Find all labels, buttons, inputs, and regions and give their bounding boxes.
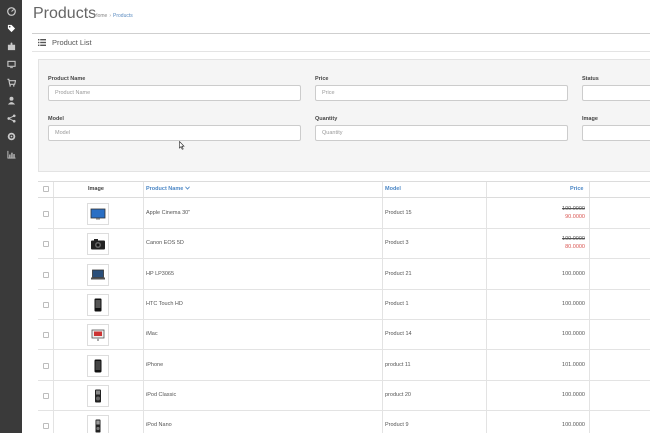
model-input[interactable]: Model — [48, 125, 301, 141]
row-checkbox[interactable] — [43, 362, 49, 369]
breadcrumb-home[interactable]: Home — [94, 13, 107, 19]
product-table: Image Product Name Model Price Apple Cin… — [38, 181, 650, 433]
status-select[interactable] — [582, 85, 650, 101]
status-label: Status — [582, 76, 599, 82]
special-price: 80.0000 — [565, 244, 585, 251]
product-name-cell: iMac — [146, 331, 158, 338]
quantity-input[interactable]: Quantity — [315, 125, 568, 141]
user-icon[interactable] — [0, 91, 22, 109]
page-title: Products — [33, 5, 97, 22]
original-price: 100.0000 — [562, 236, 585, 243]
row-checkbox[interactable] — [43, 211, 49, 217]
table-row: HP LP3065 Product 21 100.0000 — [38, 260, 650, 290]
table-header: Image Product Name Model Price — [38, 182, 650, 198]
table-row: iPod Nano Product 9 100.0000 — [38, 411, 650, 433]
table-row: Apple Cinema 30" Product 15 100.0000 90.000… — [38, 199, 650, 229]
model-cell: Product 3 — [385, 240, 409, 247]
image-select[interactable] — [582, 125, 650, 141]
product-name-cell: iPod Classic — [146, 391, 177, 398]
product-name-cell: iPhone — [146, 361, 164, 368]
model-cell: product 11 — [385, 361, 411, 368]
table-row: iPod Classic product 20 100.0000 — [38, 381, 650, 411]
row-checkbox[interactable] — [43, 392, 49, 399]
product-name-cell: HP LP3065 — [146, 270, 175, 277]
panel-title: Product List — [52, 38, 92, 47]
sidebar — [0, 0, 22, 433]
puzzle-icon[interactable] — [0, 37, 22, 55]
row-checkbox[interactable] — [43, 271, 49, 278]
product-name-column-header[interactable]: Product Name — [146, 186, 191, 192]
table-row: iPhone product 11 101.0000 — [38, 351, 650, 381]
row-checkbox[interactable] — [43, 241, 49, 248]
product-thumbnail — [87, 354, 109, 377]
camera-icon — [91, 239, 105, 250]
product-thumbnail — [87, 263, 109, 286]
model-label: Model — [48, 116, 64, 122]
row-checkbox[interactable] — [43, 423, 49, 430]
table-row: HTC Touch HD Product 1 100.0000 — [38, 290, 650, 320]
product-thumbnail — [87, 324, 109, 347]
quantity-label: Quantity — [315, 116, 338, 122]
price-value: 100.0000 — [562, 422, 585, 429]
product-thumbnail — [87, 203, 109, 225]
product-thumbnail — [87, 415, 109, 433]
product-name-label: Product Name — [48, 76, 86, 82]
model-column-header[interactable]: Model — [385, 186, 401, 192]
tag-icon[interactable] — [0, 19, 22, 37]
price-input[interactable]: Price — [315, 85, 568, 101]
price-value: 100.0000 — [562, 270, 585, 277]
price-value: 100.0000 — [562, 391, 585, 398]
dashboard-icon[interactable] — [0, 2, 22, 20]
price-value: 100.0000 — [562, 300, 585, 307]
chart-icon[interactable] — [0, 145, 22, 163]
price-label: Price — [315, 76, 329, 82]
ipod-icon — [95, 389, 101, 403]
desktop-icon[interactable] — [0, 55, 22, 73]
iphone-icon — [94, 359, 102, 372]
model-cell: Product 9 — [385, 422, 409, 429]
row-checkbox[interactable] — [43, 301, 49, 308]
sort-down-icon — [185, 186, 191, 190]
image-column-header: Image — [88, 186, 104, 192]
laptop-icon — [91, 269, 105, 280]
product-thumbnail — [87, 233, 109, 256]
image-label: Image — [582, 116, 598, 122]
price-column-header[interactable]: Price — [570, 186, 583, 192]
product-name-cell: HTC Touch HD — [146, 300, 183, 307]
ipod-nano-icon — [95, 419, 101, 433]
product-thumbnail — [87, 293, 109, 316]
share-icon[interactable] — [0, 109, 22, 127]
list-icon — [38, 39, 46, 46]
model-cell: Product 1 — [385, 300, 409, 307]
price-value: 100.0000 — [562, 331, 585, 338]
product-name-cell: iPod Nano — [146, 422, 172, 429]
product-name-header-label[interactable]: Product Name — [146, 186, 183, 192]
imac-icon — [91, 329, 105, 342]
breadcrumb-products[interactable]: Products — [113, 13, 133, 19]
breadcrumb: Home › Products — [94, 13, 133, 19]
model-cell: Product 21 — [385, 270, 412, 277]
model-cell: product 20 — [385, 391, 411, 398]
price-value: 101.0000 — [562, 361, 585, 368]
monitor-icon — [90, 208, 106, 220]
filter-panel: Product Name Product Name Price Price St… — [38, 59, 650, 172]
cart-icon[interactable] — [0, 73, 22, 91]
product-name-input[interactable]: Product Name — [48, 85, 301, 101]
original-price: 100.0000 — [562, 206, 585, 212]
special-price: 90.0000 — [565, 214, 585, 220]
model-cell: Product 14 — [385, 331, 412, 338]
product-name-cell: Canon EOS 5D — [146, 240, 184, 247]
table-row: iMac Product 14 100.0000 — [38, 320, 650, 351]
panel-heading: Product List — [32, 34, 650, 52]
product-name-cell: Apple Cinema 30" — [146, 210, 191, 216]
product-thumbnail — [87, 384, 109, 407]
row-checkbox[interactable] — [43, 332, 49, 339]
select-all-checkbox[interactable] — [43, 186, 49, 192]
phone-icon — [94, 298, 102, 312]
gear-icon[interactable] — [0, 127, 22, 145]
table-row: Canon EOS 5D Product 3 100.0000 80.0000 — [38, 229, 650, 260]
mouse-cursor-icon — [179, 141, 185, 150]
model-cell: Product 15 — [385, 210, 412, 216]
